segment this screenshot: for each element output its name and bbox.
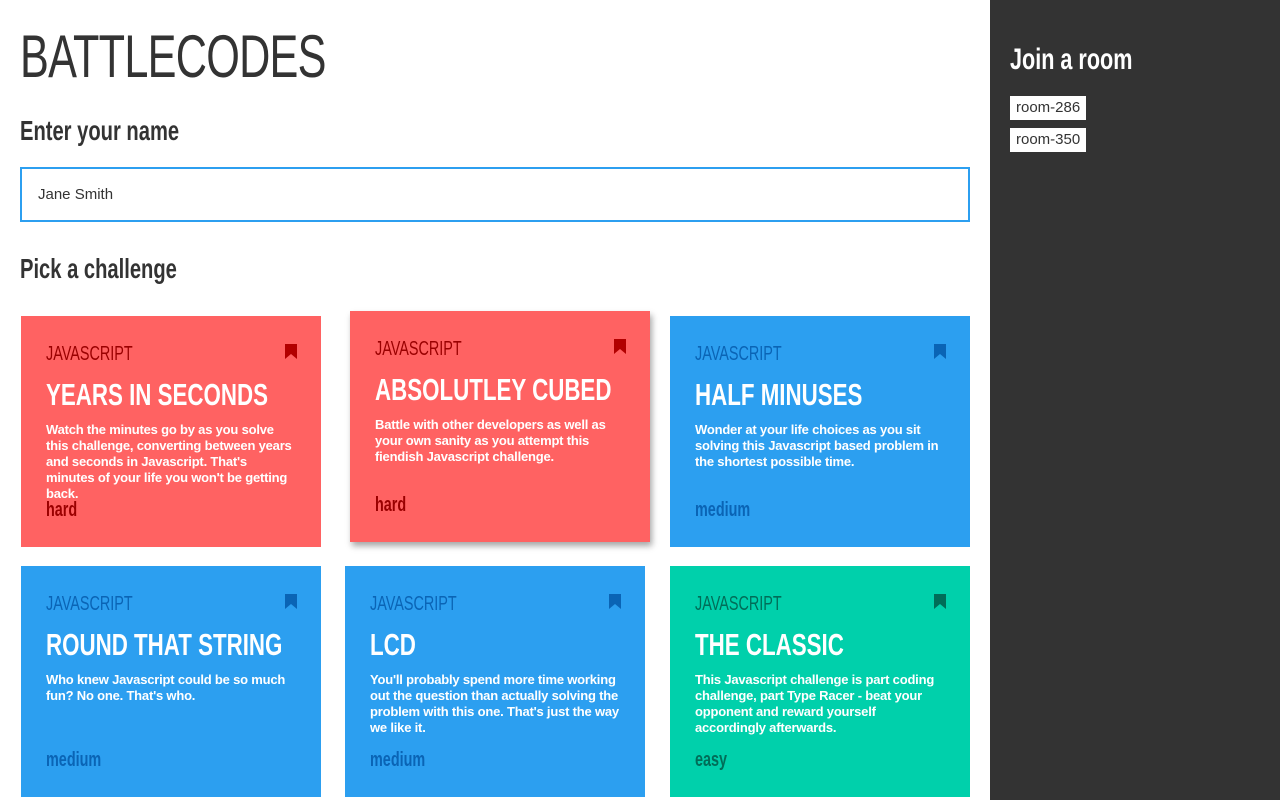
- card-title: HALF MINUSES: [695, 377, 863, 412]
- name-input[interactable]: [20, 167, 970, 222]
- bookmark-icon[interactable]: [285, 594, 297, 609]
- room-sidebar: Join a room room-286 room-350: [990, 0, 1280, 800]
- card-title: ABSOLUTLEY CUBED: [375, 372, 612, 407]
- card-description: Battle with other developers as well as …: [375, 417, 606, 464]
- room-link-350[interactable]: room-350: [1010, 128, 1087, 152]
- card-description: Wonder at your life choices as you sit s…: [695, 422, 939, 469]
- challenge-card-round-that-string[interactable]: JAVASCRIPT ROUND THAT STRING Who knew Ja…: [21, 566, 321, 797]
- challenge-card-half-minuses[interactable]: JAVASCRIPT HALF MINUSES Wonder at your l…: [670, 316, 970, 547]
- card-title: LCD: [370, 627, 416, 662]
- main-panel: BATTLECODES Enter your name Pick a chall…: [0, 0, 990, 800]
- app-title: BATTLECODES: [20, 23, 326, 90]
- card-difficulty: medium: [46, 749, 102, 771]
- card-difficulty: hard: [46, 499, 78, 521]
- card-title: YEARS IN SECONDS: [46, 377, 269, 412]
- card-language: JAVASCRIPT: [46, 593, 133, 615]
- challenge-card-the-classic[interactable]: JAVASCRIPT THE CLASSIC This Javascript c…: [670, 566, 970, 797]
- card-description: Watch the minutes go by as you solve thi…: [46, 422, 292, 501]
- card-language: JAVASCRIPT: [375, 338, 462, 360]
- challenge-card-years-in-seconds[interactable]: JAVASCRIPT YEARS IN SECONDS Watch the mi…: [21, 316, 321, 547]
- card-language: JAVASCRIPT: [370, 593, 457, 615]
- bookmark-icon[interactable]: [934, 344, 946, 359]
- bookmark-icon[interactable]: [609, 594, 621, 609]
- challenge-card-lcd[interactable]: JAVASCRIPT LCD You'll probably spend mor…: [345, 566, 645, 797]
- card-description: This Javascript challenge is part coding…: [695, 672, 935, 735]
- challenge-heading: Pick a challenge: [20, 253, 177, 284]
- card-description: Who knew Javascript could be so much fun…: [46, 672, 286, 703]
- card-difficulty: medium: [370, 749, 426, 771]
- card-difficulty: hard: [375, 494, 407, 516]
- card-language: JAVASCRIPT: [46, 343, 133, 365]
- card-title: ROUND THAT STRING: [46, 627, 283, 662]
- card-language: JAVASCRIPT: [695, 343, 782, 365]
- bookmark-icon[interactable]: [934, 594, 946, 609]
- challenge-card-absolutley-cubed[interactable]: JAVASCRIPT ABSOLUTLEY CUBED Battle with …: [350, 311, 650, 542]
- card-description: You'll probably spend more time working …: [370, 672, 619, 735]
- card-language: JAVASCRIPT: [695, 593, 782, 615]
- card-difficulty: easy: [695, 749, 728, 771]
- sidebar-title: Join a room: [1010, 43, 1133, 76]
- room-link-286[interactable]: room-286: [1010, 96, 1087, 120]
- card-difficulty: medium: [695, 499, 751, 521]
- card-title: THE CLASSIC: [695, 627, 844, 662]
- bookmark-icon[interactable]: [614, 339, 626, 354]
- name-heading: Enter your name: [20, 115, 180, 146]
- bookmark-icon[interactable]: [285, 344, 297, 359]
